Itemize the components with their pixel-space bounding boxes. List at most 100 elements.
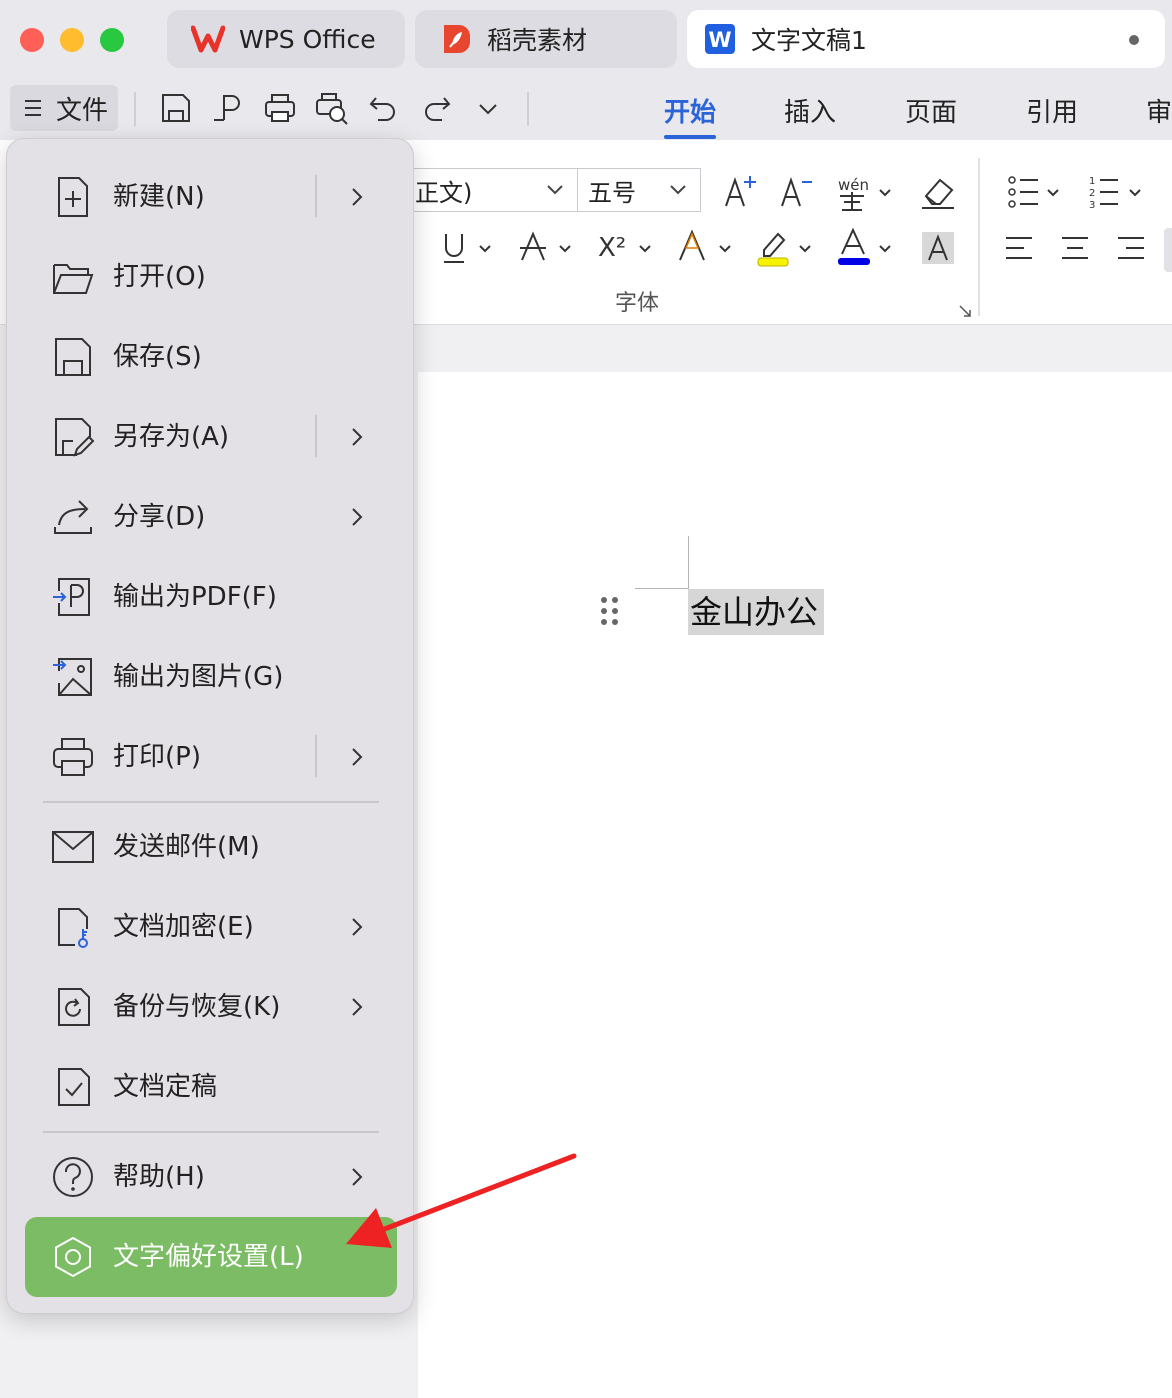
menu-item-finalize-document[interactable]: 文档定稿 <box>25 1047 397 1127</box>
export-pdf-icon <box>51 575 95 619</box>
highlight-color-icon[interactable] <box>756 226 816 270</box>
font-size-select[interactable]: 五号 <box>577 168 701 212</box>
chevron-right-icon[interactable] <box>345 744 369 770</box>
docer-logo-icon <box>439 22 473 56</box>
clear-formatting-eraser-icon[interactable] <box>918 170 978 214</box>
tab-home[interactable]: 开始 <box>664 92 717 139</box>
chevron-down-icon <box>545 179 565 199</box>
superscript-icon[interactable]: X² <box>598 226 658 270</box>
print-preview-icon[interactable] <box>314 90 350 126</box>
tab-page[interactable]: 页面 <box>905 92 957 129</box>
unsaved-dot-icon[interactable] <box>1129 35 1139 45</box>
submenu-divider <box>315 175 317 217</box>
tab-references[interactable]: 引用 <box>1026 92 1078 129</box>
export-pdf-icon[interactable] <box>210 90 246 126</box>
menu-item-print[interactable]: 打印(P) <box>25 717 397 797</box>
menu-item-save-as[interactable]: 另存为(A) <box>25 397 397 477</box>
margin-marker-vertical <box>688 536 689 589</box>
save-icon <box>51 335 95 379</box>
tab-wps-office[interactable]: WPS Office <box>167 10 405 68</box>
menu-item-encrypt-document[interactable]: 文档加密(E) <box>25 887 397 967</box>
share-icon <box>51 495 95 539</box>
export-image-icon <box>51 655 95 699</box>
document-check-icon <box>51 1065 95 1109</box>
justify-button-partial[interactable] <box>1164 228 1172 272</box>
underline-icon[interactable] <box>440 226 500 270</box>
submenu-divider <box>315 735 317 777</box>
strikethrough-icon[interactable] <box>518 226 578 270</box>
more-chevron-down-icon[interactable] <box>470 90 506 126</box>
font-name-select[interactable]: 正文) <box>404 168 578 212</box>
font-size-value: 五号 <box>588 178 636 207</box>
menu-item-open[interactable]: 打开(O) <box>25 237 397 317</box>
print-icon[interactable] <box>262 90 298 126</box>
tab-label: 稻壳素材 <box>487 26 588 55</box>
svg-text:1: 1 <box>1089 176 1095 187</box>
settings-hexagon-icon <box>51 1235 95 1279</box>
font-color-icon[interactable] <box>836 226 896 270</box>
title-bar: WPS Office 稻壳素材 W 文字文稿1 <box>0 0 1172 80</box>
redo-icon[interactable] <box>418 90 454 126</box>
chevron-right-icon[interactable] <box>345 914 369 940</box>
align-left-icon[interactable] <box>1004 226 1064 270</box>
drag-handle-icon[interactable] <box>600 596 620 626</box>
text-effects-icon[interactable] <box>676 226 736 270</box>
writer-logo-icon: W <box>703 22 737 56</box>
chevron-right-icon[interactable] <box>345 504 369 530</box>
phonetic-guide-icon[interactable]: wén <box>836 170 896 214</box>
tab-docer-materials[interactable]: 稻壳素材 <box>415 10 677 68</box>
font-name-value: 正文) <box>415 178 473 207</box>
svg-text:3: 3 <box>1089 200 1095 211</box>
align-center-icon[interactable] <box>1060 226 1120 270</box>
menu-item-export-pdf[interactable]: 输出为PDF(F) <box>25 557 397 637</box>
svg-text:wén: wén <box>838 176 869 194</box>
annotation-arrow-icon <box>330 1140 590 1260</box>
wps-logo-icon <box>191 22 225 56</box>
minimize-window-button[interactable] <box>60 28 84 52</box>
save-icon[interactable] <box>158 90 194 126</box>
tab-insert[interactable]: 插入 <box>784 92 836 129</box>
font-group-label: 字体 <box>615 291 660 316</box>
increase-font-size-icon[interactable] <box>722 170 782 214</box>
svg-text:2: 2 <box>1089 188 1095 199</box>
menu-item-backup-restore[interactable]: 备份与恢复(K) <box>25 967 397 1047</box>
file-menu-button[interactable]: 文件 <box>10 85 118 131</box>
toolbar-divider <box>134 92 136 126</box>
menu-item-export-image[interactable]: 输出为图片(G) <box>25 637 397 717</box>
menu-divider <box>43 801 379 803</box>
menu-item-new[interactable]: 新建(N) <box>25 157 397 237</box>
document-lock-key-icon <box>51 905 95 949</box>
save-as-icon <box>51 415 95 459</box>
menu-item-send-email[interactable]: 发送邮件(M) <box>25 807 397 887</box>
toolbar-divider <box>527 92 529 126</box>
chevron-down-icon <box>668 179 688 199</box>
file-menu-label: 文件 <box>56 95 109 126</box>
character-shading-icon[interactable] <box>920 226 980 270</box>
margin-marker-horizontal <box>635 588 689 589</box>
tab-document-1[interactable]: W 文字文稿1 <box>687 10 1165 68</box>
hamburger-icon <box>22 97 56 119</box>
close-window-button[interactable] <box>20 28 44 52</box>
backup-restore-icon <box>51 985 95 1029</box>
tab-review[interactable]: 审 <box>1146 92 1172 129</box>
numbered-list-icon[interactable]: 123 <box>1088 170 1148 214</box>
decrease-font-size-icon[interactable] <box>778 170 838 214</box>
chevron-right-icon[interactable] <box>345 184 369 210</box>
menu-item-save[interactable]: 保存(S) <box>25 317 397 397</box>
help-icon <box>51 1155 95 1199</box>
submenu-divider <box>315 415 317 457</box>
chevron-right-icon[interactable] <box>345 424 369 450</box>
font-dialog-launcher-icon[interactable] <box>958 304 972 318</box>
new-document-icon <box>51 175 95 219</box>
print-icon <box>51 735 95 779</box>
selected-document-text[interactable]: 金山办公 <box>688 589 825 635</box>
chevron-right-icon[interactable] <box>345 994 369 1020</box>
quick-access-toolbar: 文件 开始 插入 页面 引用 审 <box>0 80 1172 139</box>
svg-text:W: W <box>708 28 731 52</box>
bullet-list-icon[interactable] <box>1006 170 1066 214</box>
zoom-window-button[interactable] <box>100 28 124 52</box>
menu-divider <box>43 1131 379 1133</box>
menu-item-share[interactable]: 分享(D) <box>25 477 397 557</box>
undo-icon[interactable] <box>366 90 402 126</box>
file-menu-dropdown: 新建(N) 打开(O) 保存(S) 另存为(A) 分享(D) 输出为PDF(F)… <box>6 138 414 1314</box>
